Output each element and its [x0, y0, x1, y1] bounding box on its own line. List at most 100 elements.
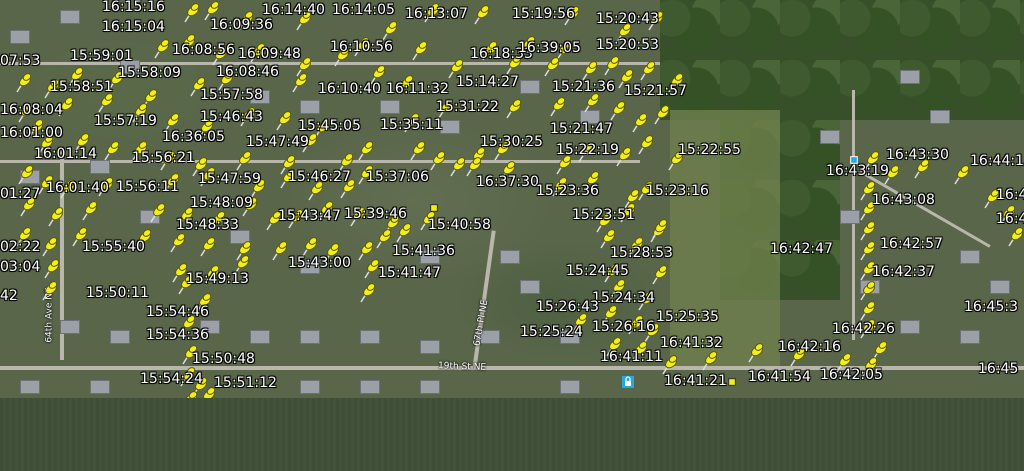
pushpin-icon[interactable]: [38, 280, 60, 302]
timestamp-label: 15:50:11: [86, 285, 149, 301]
pushpin-icon[interactable]: [100, 140, 122, 162]
pushpin-icon[interactable]: [44, 206, 66, 228]
pushpin-icon[interactable]: [288, 72, 310, 94]
pushpin-icon[interactable]: [698, 350, 720, 372]
timestamp-label: 16:01:40: [46, 180, 109, 196]
pushpin-icon[interactable]: [356, 282, 378, 304]
timestamp-label: 15:26:43: [536, 299, 599, 315]
house-roof: [60, 320, 80, 334]
lock-icon[interactable]: [622, 376, 634, 388]
pushpin-icon[interactable]: [14, 164, 36, 186]
timestamp-label: 16:08:56: [172, 42, 235, 58]
placemark-square-icon[interactable]: [850, 156, 858, 164]
pushpin-icon[interactable]: [648, 218, 670, 240]
placemark-square-icon[interactable]: [430, 204, 438, 212]
timestamp-label: 16:39:05: [518, 40, 581, 56]
house-roof: [420, 340, 440, 354]
timestamp-label: 16:42:57: [880, 236, 943, 252]
placemark-square-icon[interactable]: [728, 378, 736, 386]
timestamp-label: 16:11:32: [386, 81, 449, 97]
pushpin-icon[interactable]: [12, 72, 34, 94]
satellite-map[interactable]: 64th Ave NE 67th Pl NE 19th St NE 16:15:…: [0, 0, 1024, 398]
house-roof: [990, 280, 1010, 294]
pushpin-icon[interactable]: [502, 98, 524, 120]
pushpin-icon[interactable]: [354, 140, 376, 162]
pushpin-icon[interactable]: [856, 280, 878, 302]
timestamp-label: 16:42:37: [872, 264, 935, 280]
pushpin-icon[interactable]: [166, 232, 188, 254]
pushpin-icon[interactable]: [1004, 226, 1024, 248]
pushpin-icon[interactable]: [78, 200, 100, 222]
timestamp-label: 15:40:58: [428, 217, 491, 233]
house-roof: [900, 320, 920, 334]
timestamp-label: 16:10:40: [318, 81, 381, 97]
timestamp-label: 16:09:48: [238, 46, 301, 62]
timestamp-label: 15:59:01: [70, 48, 133, 64]
forest-area: [660, 0, 1024, 120]
timestamp-label: 16:43:08: [872, 192, 935, 208]
pushpin-icon[interactable]: [580, 92, 602, 114]
house-roof: [20, 380, 40, 394]
pushpin-icon[interactable]: [470, 4, 492, 26]
pushpin-icon[interactable]: [40, 258, 62, 280]
timestamp-label: 15:46:27: [288, 169, 351, 185]
pushpin-icon[interactable]: [856, 220, 878, 242]
house-roof: [10, 30, 30, 44]
timestamp-label: 16:41:11: [600, 349, 663, 365]
pushpin-icon[interactable]: [406, 140, 428, 162]
pushpin-icon[interactable]: [196, 236, 218, 258]
timestamp-label: 15:58:09: [118, 65, 181, 81]
pushpin-icon[interactable]: [650, 104, 672, 126]
timestamp-label: 15:50:48: [192, 351, 255, 367]
timestamp-label: 15:57:58: [200, 87, 263, 103]
pushpin-icon[interactable]: [426, 150, 448, 172]
timestamp-label: 16:14:40: [262, 2, 325, 18]
pushpin-icon[interactable]: [950, 164, 972, 186]
house-roof: [960, 250, 980, 264]
house-roof: [380, 100, 400, 114]
pushpin-icon[interactable]: [606, 100, 628, 122]
pushpin-icon[interactable]: [744, 342, 766, 364]
pushpin-icon[interactable]: [392, 222, 414, 244]
timestamp-label: 16:45:3: [964, 299, 1018, 315]
pushpin-icon[interactable]: [150, 38, 172, 60]
timestamp-label: 15:35:11: [380, 117, 443, 133]
pushpin-icon[interactable]: [180, 2, 202, 24]
timestamp-label: 03:04: [0, 259, 41, 275]
pushpin-icon[interactable]: [408, 40, 430, 62]
pushpin-icon[interactable]: [38, 236, 60, 258]
timestamp-label: 15:37:06: [366, 169, 429, 185]
timestamp-label: 15:25:24: [520, 324, 583, 340]
timestamp-label: 15:24:34: [592, 290, 655, 306]
pushpin-icon[interactable]: [232, 150, 254, 172]
pushpin-icon[interactable]: [546, 96, 568, 118]
house-roof: [90, 380, 110, 394]
house-roof: [250, 330, 270, 344]
pushpin-icon[interactable]: [268, 240, 290, 262]
pushpin-icon[interactable]: [636, 60, 658, 82]
timestamp-label: 15:20:43: [596, 11, 659, 27]
timestamp-label: 16:42:05: [820, 367, 883, 383]
pushpin-icon[interactable]: [94, 92, 116, 114]
timestamp-label: 15:30:25: [480, 134, 543, 150]
pushpin-icon[interactable]: [372, 228, 394, 250]
house-roof: [360, 330, 380, 344]
timestamp-label: 07:53: [0, 53, 41, 69]
terrain-strip: [0, 398, 1024, 471]
timestamp-label: 15:43:47: [278, 208, 341, 224]
timestamp-label: 15:19:56: [512, 6, 575, 22]
timestamp-label: 15:57:19: [94, 113, 157, 129]
timestamp-label: 16:13:07: [405, 6, 468, 22]
timestamp-label: 16:4: [996, 187, 1024, 203]
pushpin-icon[interactable]: [146, 202, 168, 224]
pushpin-icon[interactable]: [648, 264, 670, 286]
pushpin-icon[interactable]: [634, 134, 656, 156]
timestamp-label: 16:09:36: [210, 17, 273, 33]
pushpin-icon[interactable]: [178, 390, 200, 398]
timestamp-label: 16:37:30: [476, 174, 539, 190]
timestamp-label: 16:14:05: [332, 2, 395, 18]
pushpin-icon[interactable]: [856, 240, 878, 262]
pushpin-icon[interactable]: [272, 110, 294, 132]
pushpin-icon[interactable]: [540, 56, 562, 78]
pushpin-icon[interactable]: [628, 112, 650, 134]
